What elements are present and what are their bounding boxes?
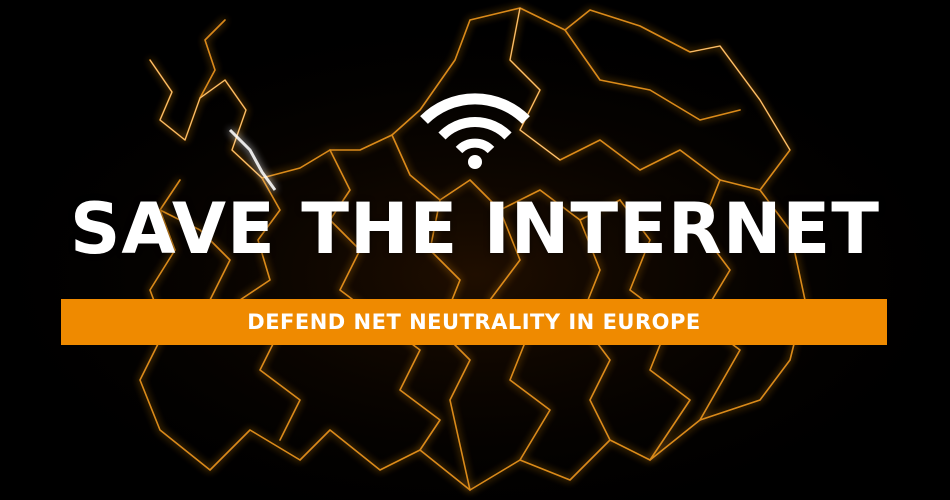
wifi-icon xyxy=(420,93,530,169)
hero-graphic: SAVE THE INTERNET DEFEND NET NEUTRALITY … xyxy=(0,0,950,500)
subtitle-banner: DEFEND NET NEUTRALITY IN EUROPE xyxy=(61,299,887,345)
banner-text: DEFEND NET NEUTRALITY IN EUROPE xyxy=(247,310,701,334)
headline: SAVE THE INTERNET xyxy=(70,188,880,270)
